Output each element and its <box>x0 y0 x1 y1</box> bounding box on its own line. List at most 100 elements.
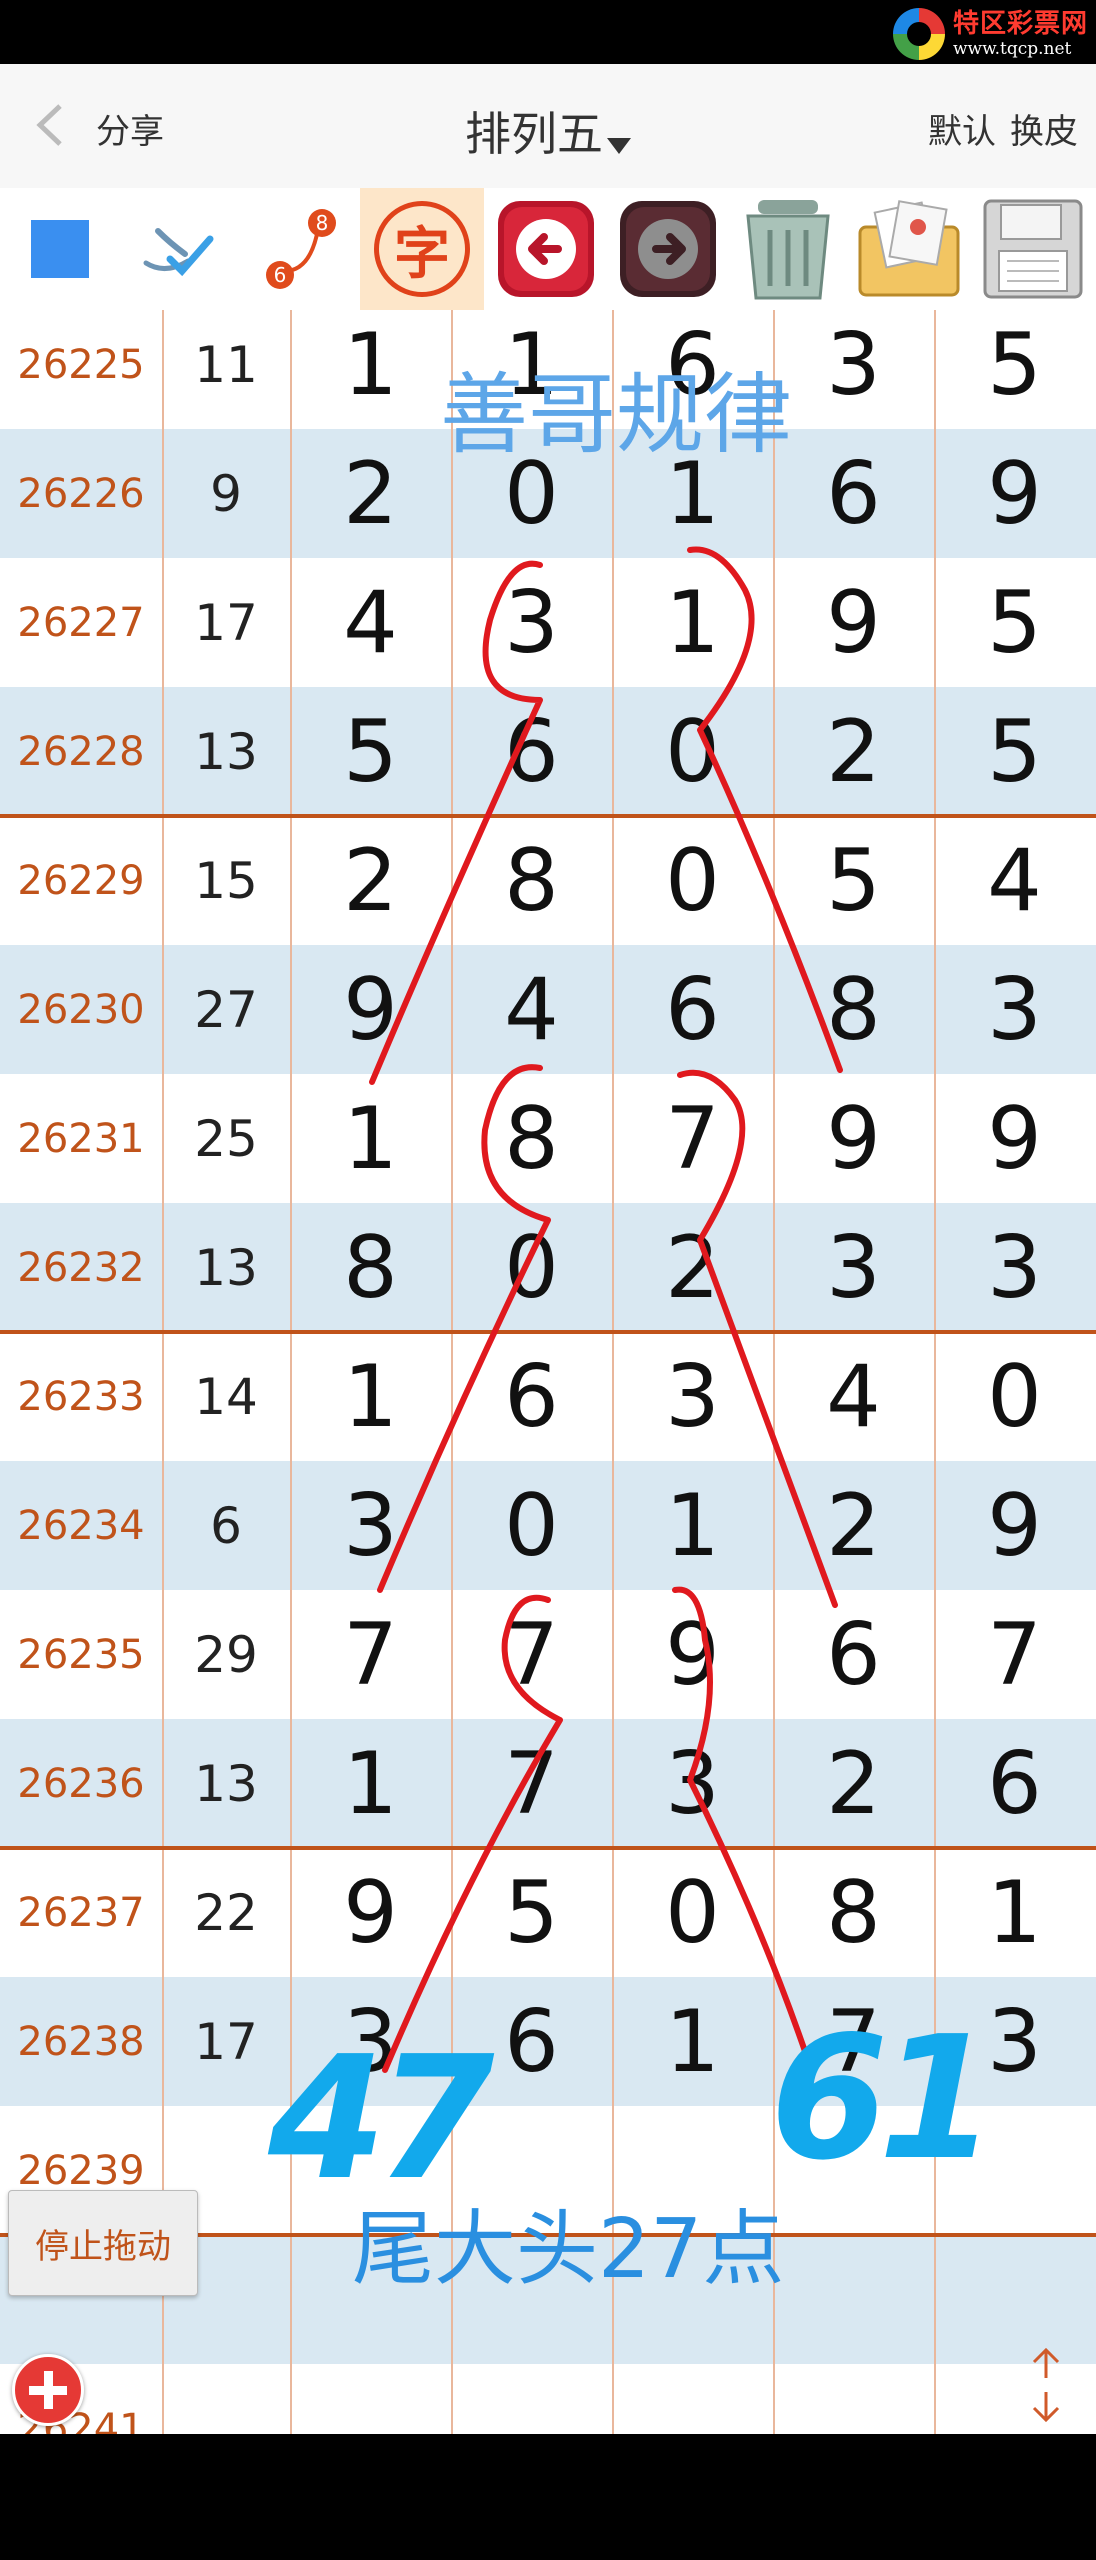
table-row: 26232 13 8 0 2 3 3 <box>0 1203 1096 1332</box>
digit-cell[interactable]: 2 <box>773 1719 934 1848</box>
digit-cell[interactable]: 6 <box>451 1332 612 1461</box>
digit-cell[interactable]: 0 <box>934 1332 1095 1461</box>
digit-sum: 29 <box>194 1625 258 1684</box>
digit-cell[interactable]: 1 <box>612 1461 773 1590</box>
digit-cell[interactable]: 8 <box>290 1203 451 1332</box>
digit-cell[interactable]: 9 <box>934 1461 1095 1590</box>
svg-text:6: 6 <box>274 263 287 287</box>
digit-cell[interactable]: 9 <box>290 945 451 1074</box>
digit-cell[interactable]: 7 <box>451 1590 612 1719</box>
digit-cell[interactable]: 3 <box>612 1719 773 1848</box>
digit-cell[interactable]: 5 <box>773 816 934 945</box>
number-path-icon: 8 6 <box>266 209 336 289</box>
digit-cell[interactable]: 0 <box>451 1461 612 1590</box>
pen-tool-button[interactable] <box>120 188 240 310</box>
gallery-button[interactable] <box>848 188 970 310</box>
expand-arrows-icon[interactable] <box>1026 2346 1066 2424</box>
digit-cell[interactable]: 0 <box>451 1203 612 1332</box>
digit-cell[interactable] <box>934 2235 1095 2364</box>
digit-cell[interactable]: 4 <box>934 816 1095 945</box>
number-path-button[interactable]: 8 6 <box>240 188 360 310</box>
digit-cell[interactable] <box>773 2364 934 2434</box>
digit-cell[interactable]: 7 <box>612 1074 773 1203</box>
digit-cell[interactable]: 8 <box>773 1848 934 1977</box>
digit-cell[interactable]: 1 <box>290 1719 451 1848</box>
digit-cell[interactable]: 9 <box>934 429 1095 558</box>
digit-cell[interactable]: 7 <box>451 1719 612 1848</box>
redo-button[interactable] <box>608 188 728 310</box>
digit-cell[interactable]: 3 <box>773 310 934 429</box>
digit-cell[interactable]: 5 <box>934 310 1095 429</box>
digit-cell[interactable]: 8 <box>451 816 612 945</box>
watermark-title: 特区彩票网 <box>952 8 1088 39</box>
digit-cell[interactable]: 2 <box>773 687 934 816</box>
digit-cell[interactable]: 9 <box>773 558 934 687</box>
table-row: 26241 <box>0 2364 1096 2435</box>
digit-cell[interactable]: 5 <box>451 1848 612 1977</box>
digit-cell[interactable]: 2 <box>612 1203 773 1332</box>
digit-cell[interactable]: 1 <box>612 1977 773 2106</box>
digit-cell[interactable]: 5 <box>290 687 451 816</box>
digit-cell[interactable] <box>612 2364 773 2434</box>
save-button[interactable] <box>970 188 1096 310</box>
app-header: 分享 排列五 默认 换皮 <box>0 64 1096 189</box>
column-divider <box>162 310 164 2434</box>
digit-cell[interactable]: 1 <box>290 1332 451 1461</box>
digit-cell[interactable]: 2 <box>773 1461 934 1590</box>
digit-cell[interactable] <box>934 2364 1095 2434</box>
color-swatch-button[interactable] <box>0 188 120 310</box>
digit-cell[interactable]: 2 <box>290 816 451 945</box>
digit-sum: 13 <box>194 1238 258 1297</box>
digit-cell[interactable]: 4 <box>773 1332 934 1461</box>
digit-cell[interactable]: 5 <box>934 558 1095 687</box>
digit-cell[interactable]: 3 <box>290 1461 451 1590</box>
digit-cell[interactable]: 0 <box>612 1848 773 1977</box>
digit-cell[interactable]: 6 <box>451 687 612 816</box>
default-button[interactable]: 默认 <box>928 112 996 152</box>
digit-cell[interactable]: 5 <box>934 687 1095 816</box>
digit-cell[interactable]: 6 <box>773 429 934 558</box>
digit-cell[interactable]: 6 <box>773 1590 934 1719</box>
digit-cell[interactable]: 7 <box>290 1590 451 1719</box>
digit-cell[interactable]: 3 <box>934 945 1095 1074</box>
digit-cell[interactable]: 9 <box>773 1074 934 1203</box>
status-bar: 特区彩票网 www.tqcp.net <box>0 0 1096 64</box>
digit-cell[interactable]: 3 <box>934 1203 1095 1332</box>
digit-cell[interactable]: 0 <box>612 816 773 945</box>
digit-cell[interactable] <box>290 2364 451 2434</box>
digit-sum <box>162 2364 290 2434</box>
digit-cell[interactable]: 6 <box>612 945 773 1074</box>
digit-cell[interactable]: 3 <box>773 1203 934 1332</box>
digit-cell[interactable]: 4 <box>290 558 451 687</box>
digit-cell[interactable]: 3 <box>612 1332 773 1461</box>
text-tool-button[interactable]: 字 <box>360 188 484 310</box>
digit-cell[interactable]: 3 <box>451 558 612 687</box>
digit-cell[interactable] <box>451 2364 612 2434</box>
watermark-logo-icon <box>892 8 945 60</box>
digit-cell[interactable]: 1 <box>612 558 773 687</box>
digit-cell[interactable]: 9 <box>290 1848 451 1977</box>
digit-cell[interactable]: 6 <box>934 1719 1095 1848</box>
digit-cell[interactable] <box>773 2235 934 2364</box>
digit-cell[interactable]: 9 <box>934 1074 1095 1203</box>
digit-cell[interactable]: 2 <box>290 429 451 558</box>
digit-cell[interactable]: 9 <box>612 1590 773 1719</box>
add-plus-icon[interactable] <box>12 2354 84 2426</box>
undo-button[interactable] <box>486 188 606 310</box>
digit-cell[interactable]: 0 <box>612 687 773 816</box>
digit-cell[interactable]: 8 <box>451 1074 612 1203</box>
period-id: 26232 <box>17 1244 145 1291</box>
digit-cell[interactable]: 7 <box>934 1590 1095 1719</box>
drawing-toolbar: 8 6 字 <box>0 188 1096 310</box>
stop-drag-button[interactable]: 停止拖动 <box>8 2190 198 2296</box>
digit-sum: 14 <box>194 1367 258 1426</box>
change-skin-button[interactable]: 换皮 <box>1010 112 1078 152</box>
digit-cell[interactable]: 1 <box>290 310 451 429</box>
table-row: 26237 22 9 5 0 8 1 <box>0 1848 1096 1977</box>
digit-cell[interactable]: 8 <box>773 945 934 1074</box>
period-id: 26230 <box>17 986 145 1033</box>
digit-cell[interactable]: 1 <box>934 1848 1095 1977</box>
delete-button[interactable] <box>728 188 848 310</box>
digit-cell[interactable]: 1 <box>290 1074 451 1203</box>
digit-cell[interactable]: 4 <box>451 945 612 1074</box>
